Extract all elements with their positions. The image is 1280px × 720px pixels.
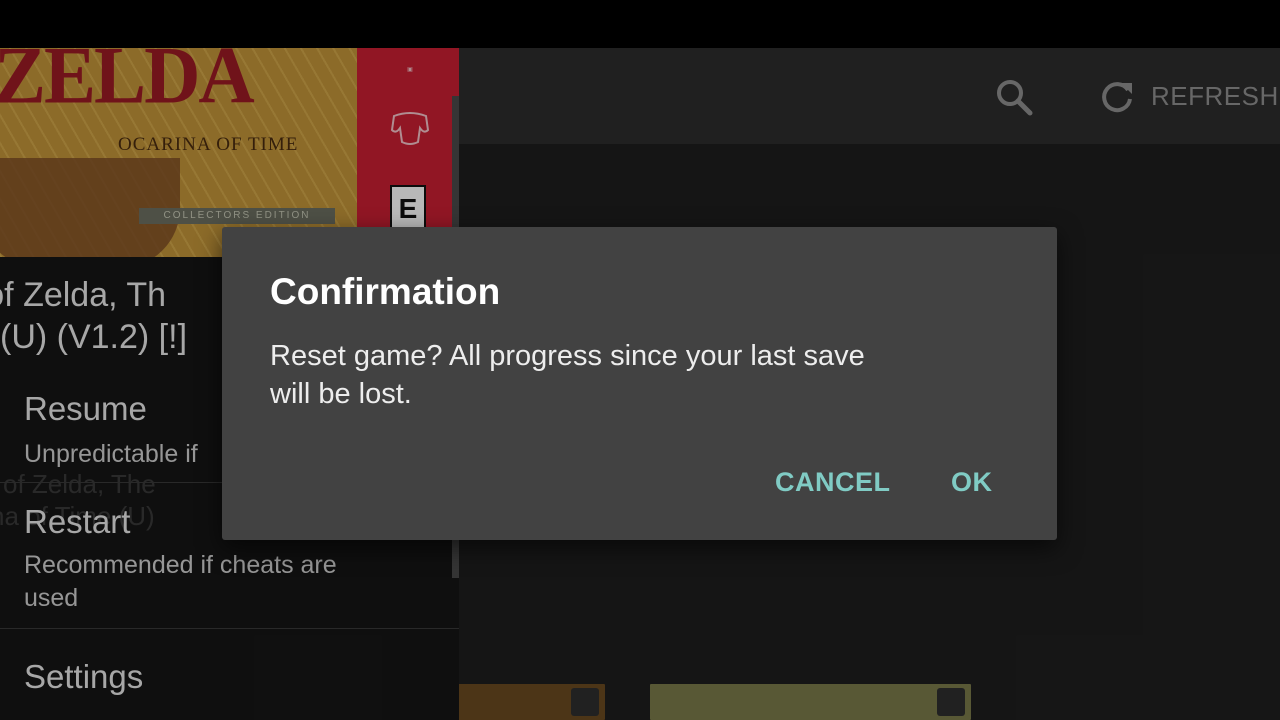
cancel-button[interactable]: CANCEL [775,467,891,498]
ok-button[interactable]: OK [951,467,993,498]
status-bar [0,0,1280,48]
dialog-message: Reset game? All progress since your last… [270,340,865,410]
confirmation-dialog: Confirmation Reset game? All progress si… [222,227,1057,540]
dialog-title: Confirmation [270,271,501,312]
